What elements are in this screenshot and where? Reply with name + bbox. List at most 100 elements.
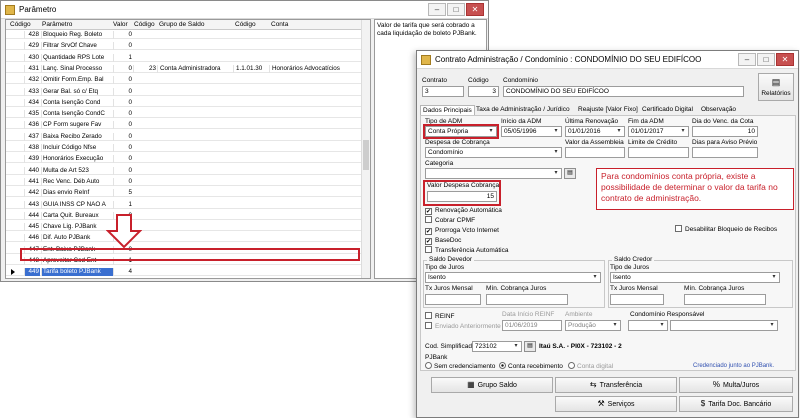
- codigo-label: Código: [468, 77, 489, 84]
- multa-juros-button[interactable]: % Multa/Juros: [679, 377, 793, 393]
- cell-parametro: Bloqueio Reg. Boleto: [41, 31, 113, 39]
- condominio-responsavel-select[interactable]: ▾: [670, 320, 778, 331]
- table-row[interactable]: 439 Honorários Execução 0: [6, 155, 370, 164]
- fim-adm-field[interactable]: 01/01/2017 ▾: [628, 126, 689, 137]
- chevron-down-icon: ▾: [554, 128, 558, 134]
- col-header-grupo-saldo[interactable]: Grupo de Saldo: [159, 21, 205, 28]
- tab-taxa-administracao[interactable]: Taxa de Administração / Jurídico: [474, 105, 572, 115]
- grid-scrollbar[interactable]: [361, 20, 370, 278]
- categoria-lookup-button[interactable]: ▤: [564, 168, 576, 179]
- checkbox-icon: ✔: [425, 238, 432, 245]
- col-header-codigo2[interactable]: Código: [134, 21, 155, 28]
- tipo-adm-highlight: [423, 124, 499, 139]
- table-row[interactable]: 442 Dias envio ReInf 5: [6, 189, 370, 198]
- limite-credito-field[interactable]: [628, 147, 689, 158]
- col-header-valor[interactable]: Valor: [113, 21, 128, 28]
- tab-observacao[interactable]: Observação: [699, 105, 738, 115]
- inicio-adm-field[interactable]: 05/05/1996 ▾: [501, 126, 562, 137]
- table-row[interactable]: 435 Conta Isenção CondC 0: [6, 110, 370, 119]
- radio-sem-credenciamento[interactable]: Sem credenciamento: [425, 362, 495, 371]
- close-button[interactable]: ✕: [466, 3, 484, 16]
- credor-min-cobranca-field[interactable]: [684, 294, 766, 305]
- contrato-field[interactable]: 3: [422, 86, 464, 97]
- valor-assembleia-field[interactable]: [565, 147, 625, 158]
- cell-valor: 0: [113, 76, 133, 85]
- radio-conta-recebimento[interactable]: Conta recebimento: [499, 362, 563, 371]
- table-row[interactable]: 438 Incluir Código Nfse 0: [6, 144, 370, 152]
- table-row[interactable]: 431 Lanç. Sinal Processo 0 23 Conta Administ…: [6, 64, 370, 73]
- renovacao-checkbox[interactable]: ✔ Renovação Automática: [425, 206, 502, 215]
- maximize-button[interactable]: □: [447, 3, 465, 16]
- dia-venc-field[interactable]: 10: [692, 126, 758, 137]
- categoria-select[interactable]: ▾: [425, 168, 562, 179]
- chevron-down-icon: ▾: [770, 322, 774, 328]
- cobrar-cpmf-checkbox[interactable]: Cobrar CPMF: [425, 216, 475, 225]
- desabilitar-checkbox[interactable]: Desabilitar Bloqueio de Recibos: [675, 225, 777, 234]
- data-inicio-reinf-field[interactable]: 01/06/2019: [502, 320, 562, 331]
- col-header-conta[interactable]: Conta: [271, 21, 288, 28]
- enviado-checkbox[interactable]: Enviado Anteriormente: [425, 322, 501, 331]
- bank-lookup-button[interactable]: ▤: [524, 341, 536, 352]
- devedor-tx-juros-field[interactable]: [425, 294, 481, 305]
- table-row[interactable]: 433 Gerar Bal. só c/ Etq 0: [6, 87, 370, 96]
- servicos-button[interactable]: ⚒ Serviços: [555, 396, 677, 412]
- table-row[interactable]: 437 Baixa Recibo Zerado 0: [6, 132, 370, 141]
- table-row[interactable]: 441 Rec Venc. Déb Auto 0: [6, 177, 370, 186]
- ultima-renovacao-label: Última Renovação: [565, 118, 619, 125]
- parameter-grid[interactable]: Código Parâmetro Valor Código Grupo de S…: [5, 19, 371, 279]
- transferencia-label-btn: Transferência: [599, 382, 643, 389]
- table-row[interactable]: 449 Tarifa boleto PJBank 4: [6, 268, 370, 277]
- tab-certificado-digital[interactable]: Certificado Digital: [640, 105, 695, 115]
- grupo-saldo-button[interactable]: ▦ Grupo Saldo: [431, 377, 553, 393]
- table-row[interactable]: 440 Multa de Art 523 0: [6, 166, 370, 175]
- table-row[interactable]: 436 CP Form sugere Fav 0: [6, 121, 370, 130]
- table-row[interactable]: 445 Chave Lig. PJBank: [6, 223, 370, 232]
- ultima-renovacao-field[interactable]: 01/01/2016 ▾: [565, 126, 625, 137]
- despesa-cobranca-select[interactable]: Condomínio ▾: [425, 147, 562, 158]
- tarifa-doc-button[interactable]: $ Tarifa Doc. Bancário: [679, 396, 793, 412]
- contrato-maximize-button[interactable]: □: [757, 53, 775, 66]
- col-header-codigo3[interactable]: Código: [235, 21, 256, 28]
- condominio-responsavel-code[interactable]: ▾: [628, 320, 668, 331]
- credor-tipo-juros-select[interactable]: Isento ▾: [610, 272, 780, 283]
- table-row[interactable]: 446Dif. Auto PJBank0: [6, 234, 370, 243]
- table-row[interactable]: 430 Quantidade RPS Lote 1: [6, 53, 370, 62]
- devedor-tipo-juros-select[interactable]: Isento ▾: [425, 272, 601, 283]
- tab-reajuste[interactable]: Reajuste [Valor Fixo]: [576, 105, 640, 115]
- condominio-field[interactable]: CONDOMÍNIO DO SEU EDIFÍCOO: [503, 86, 744, 97]
- cell-codigo: 440: [24, 166, 40, 175]
- table-row[interactable]: 443 GUIA INSS CP NÃO A1: [6, 200, 370, 209]
- reinf-checkbox[interactable]: REINF: [425, 312, 455, 321]
- cod-simplificado-select[interactable]: 723102 ▾: [472, 341, 522, 352]
- minimize-button[interactable]: –: [428, 3, 446, 16]
- contrato-minimize-button[interactable]: –: [738, 53, 756, 66]
- app-icon: [5, 5, 15, 15]
- ambiente-select[interactable]: Produção ▾: [565, 320, 621, 331]
- table-row[interactable]: 434 Conta Isenção Cond 0: [6, 98, 370, 107]
- dias-aviso-field[interactable]: [692, 147, 758, 158]
- cell-codigo: 442: [24, 189, 40, 198]
- relatorios-button[interactable]: ▤ Relatórios: [758, 73, 794, 101]
- radio-icon: [425, 362, 432, 369]
- radio-conta-digital[interactable]: Conta digital: [568, 362, 613, 371]
- contrato-close-button[interactable]: ✕: [776, 53, 794, 66]
- credor-tx-juros-field[interactable]: [610, 294, 664, 305]
- col-header-parametro[interactable]: Parâmetro: [42, 21, 72, 28]
- table-row[interactable]: 428 Bloqueio Reg. Boleto 0: [6, 31, 370, 39]
- table-row[interactable]: 432 Omitir Form.Emp. Bal 0: [6, 76, 370, 85]
- fim-adm-value: 01/01/2017: [631, 128, 664, 135]
- codigo-field[interactable]: 3: [468, 86, 499, 97]
- basedoc-checkbox[interactable]: ✔ BaseDoc: [425, 236, 461, 245]
- tab-dados-principais[interactable]: Dados Principais: [420, 105, 475, 115]
- transferencia-checkbox[interactable]: Transferência Automática: [425, 246, 508, 255]
- prorroga-checkbox[interactable]: ✔ Prorroga Vcto Internet: [425, 226, 499, 235]
- transferencia-button[interactable]: ⇆ Transferência: [555, 377, 677, 393]
- devedor-min-cobranca-field[interactable]: [486, 294, 568, 305]
- col-header-codigo[interactable]: Código: [10, 21, 31, 28]
- table-row[interactable]: 429 Filtrar SrvOf Chave 0: [6, 42, 370, 51]
- table-row[interactable]: 444Carta Quit. Bureaux0: [6, 211, 370, 220]
- down-arrow-icon: [106, 214, 142, 249]
- cell-parametro: Honorários Execução: [41, 155, 113, 164]
- scrollbar-thumb[interactable]: [363, 140, 369, 170]
- parametro-title: Parâmetro: [19, 5, 57, 14]
